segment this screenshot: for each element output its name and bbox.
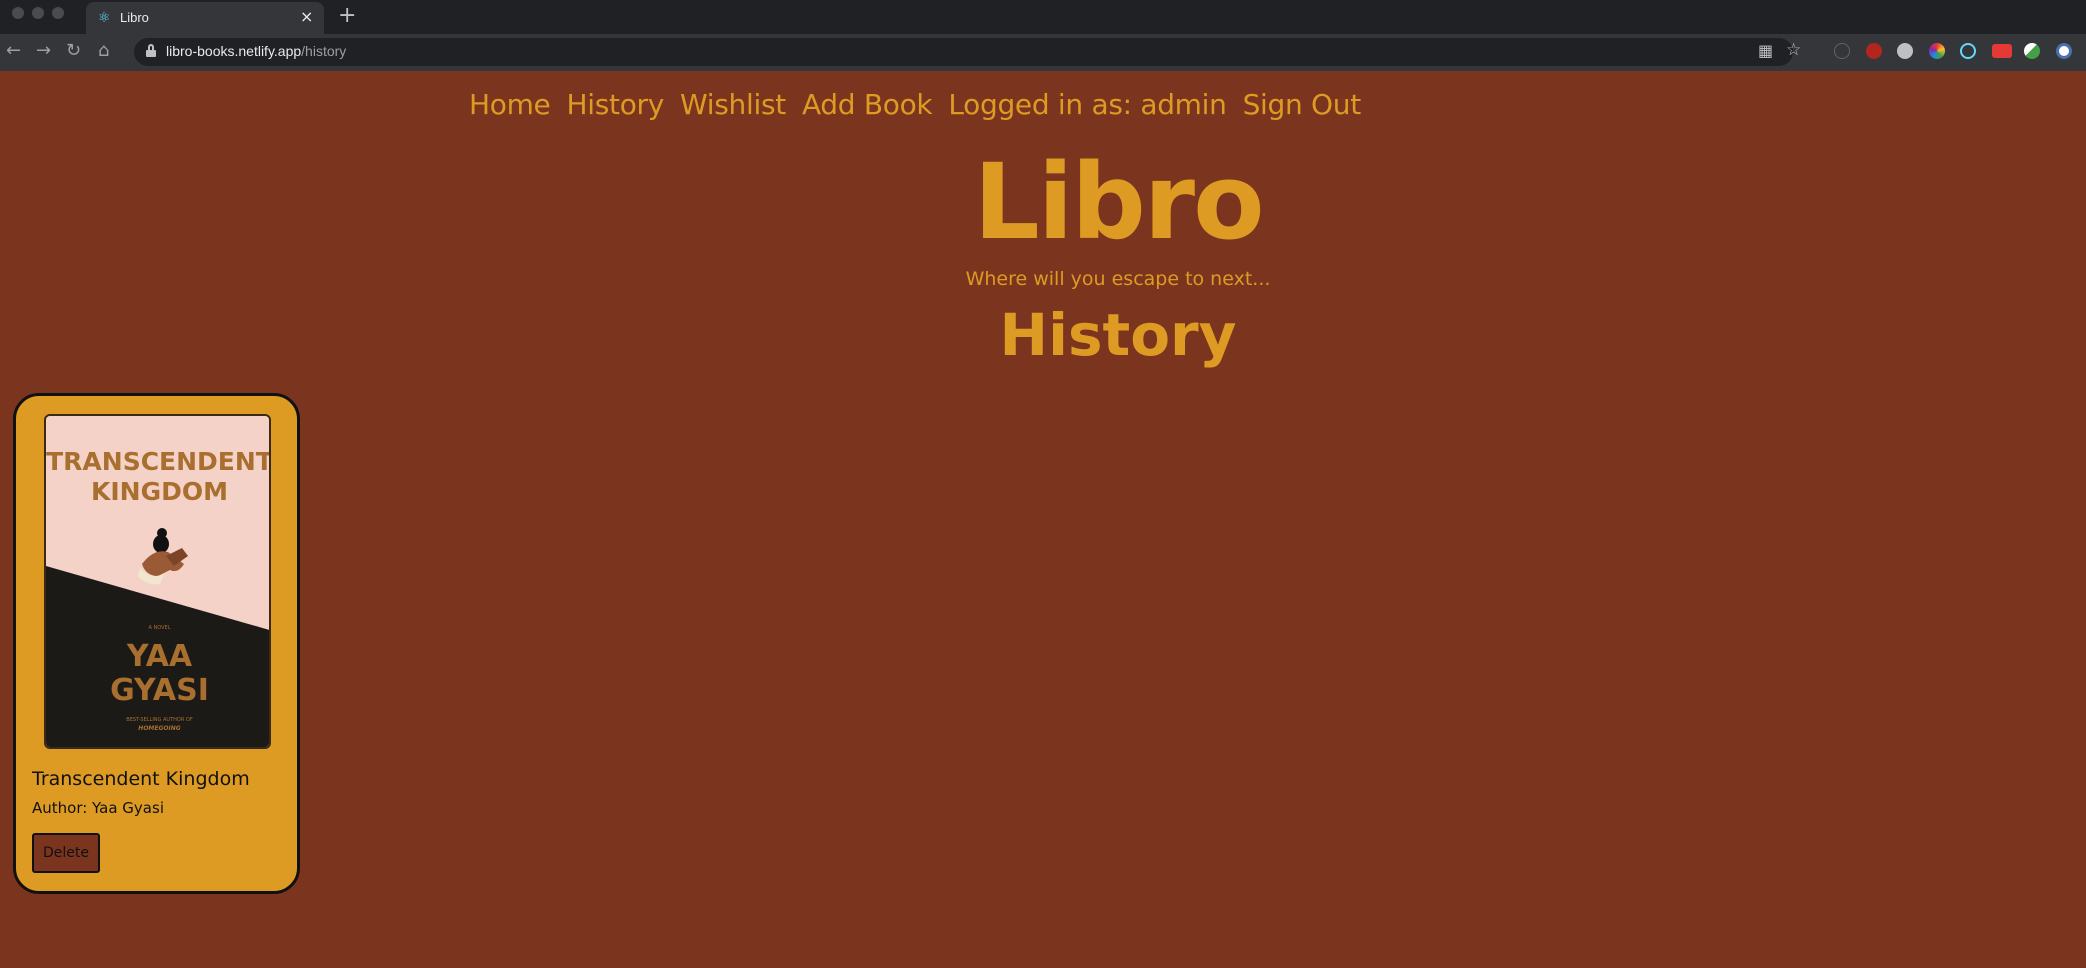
color-extension-icon[interactable]: [1929, 43, 1945, 59]
ublock-extension-icon[interactable]: [1866, 43, 1882, 59]
logged-in-status: Logged in as: admin: [948, 88, 1227, 121]
new-tab-icon[interactable]: +: [338, 4, 356, 28]
browser-toolbar: ← → ↻ ⌂ libro-books.netlify.app/history …: [0, 34, 2086, 71]
window-zoom-dot[interactable]: [52, 7, 64, 19]
url-text: libro-books.netlify.app/history: [166, 43, 346, 59]
profile-avatar[interactable]: [2056, 43, 2072, 59]
url-host: libro-books.netlify.app: [166, 43, 302, 59]
nav-add-book[interactable]: Add Book: [802, 88, 933, 121]
cover-author-line2: GYASI: [110, 673, 209, 708]
forward-icon[interactable]: →: [36, 40, 51, 62]
page: Home History Wishlist Add Book Logged in…: [0, 71, 2086, 968]
pen-extension-icon[interactable]: [2024, 43, 2040, 59]
nav-history[interactable]: History: [567, 88, 665, 121]
cover-title-line2: KINGDOM: [91, 477, 228, 506]
url-path: /history: [301, 43, 347, 59]
cover-title-line1: TRANSCENDENT: [46, 447, 271, 476]
back-icon[interactable]: ←: [6, 40, 21, 62]
cover-kicker: A NOVEL: [149, 625, 171, 631]
cover-blurb-line1: BEST-SELLING AUTHOR OF: [126, 717, 193, 723]
cover-author-line1: YAA: [126, 639, 193, 674]
react-icon: ⚛: [98, 10, 111, 26]
tab-strip: ⚛ Libro × +: [0, 0, 2086, 34]
qr-code-icon[interactable]: ▦: [1758, 41, 1773, 61]
home-icon[interactable]: ⌂: [98, 40, 109, 62]
bookmark-star-icon[interactable]: ☆: [1786, 40, 1801, 60]
nav-sign-out[interactable]: Sign Out: [1243, 88, 1362, 121]
book-title: Transcendent Kingdom: [32, 768, 250, 790]
nav-home[interactable]: Home: [469, 88, 551, 121]
delete-button[interactable]: Delete: [32, 833, 100, 873]
nav-wishlist[interactable]: Wishlist: [680, 88, 786, 121]
site-brand: Libro: [973, 141, 1264, 263]
cover-blurb-line2: HOMEGOING: [138, 725, 180, 732]
page-title: History: [999, 301, 1237, 369]
book-author: Author: Yaa Gyasi: [32, 799, 164, 817]
window-minimize-dot[interactable]: [32, 7, 44, 19]
browser-tab[interactable]: ⚛ Libro ×: [86, 2, 324, 34]
book-cover-image: TRANSCENDENT KINGDOM A NOVEL YAA GYASI B…: [44, 414, 271, 749]
extension-icon[interactable]: [1834, 43, 1850, 59]
site-tagline: Where will you escape to next...: [965, 268, 1271, 290]
main-nav: Home History Wishlist Add Book Logged in…: [469, 88, 1361, 121]
ghost-extension-icon[interactable]: [1897, 43, 1913, 59]
close-icon[interactable]: ×: [300, 8, 313, 26]
lock-icon[interactable]: [146, 44, 156, 57]
address-bar[interactable]: libro-books.netlify.app/history ▦ ☆: [134, 38, 1801, 66]
reload-icon[interactable]: ↻: [66, 40, 81, 62]
book-card: TRANSCENDENT KINGDOM A NOVEL YAA GYASI B…: [13, 393, 300, 894]
react-devtools-icon[interactable]: [1960, 43, 1976, 59]
tab-title: Libro: [120, 10, 149, 25]
window-close-dot[interactable]: [12, 7, 24, 19]
video-extension-icon[interactable]: [1992, 44, 2012, 58]
browser-chrome: ⚛ Libro × + ← → ↻ ⌂ libro-books.netlify.…: [0, 0, 2086, 71]
